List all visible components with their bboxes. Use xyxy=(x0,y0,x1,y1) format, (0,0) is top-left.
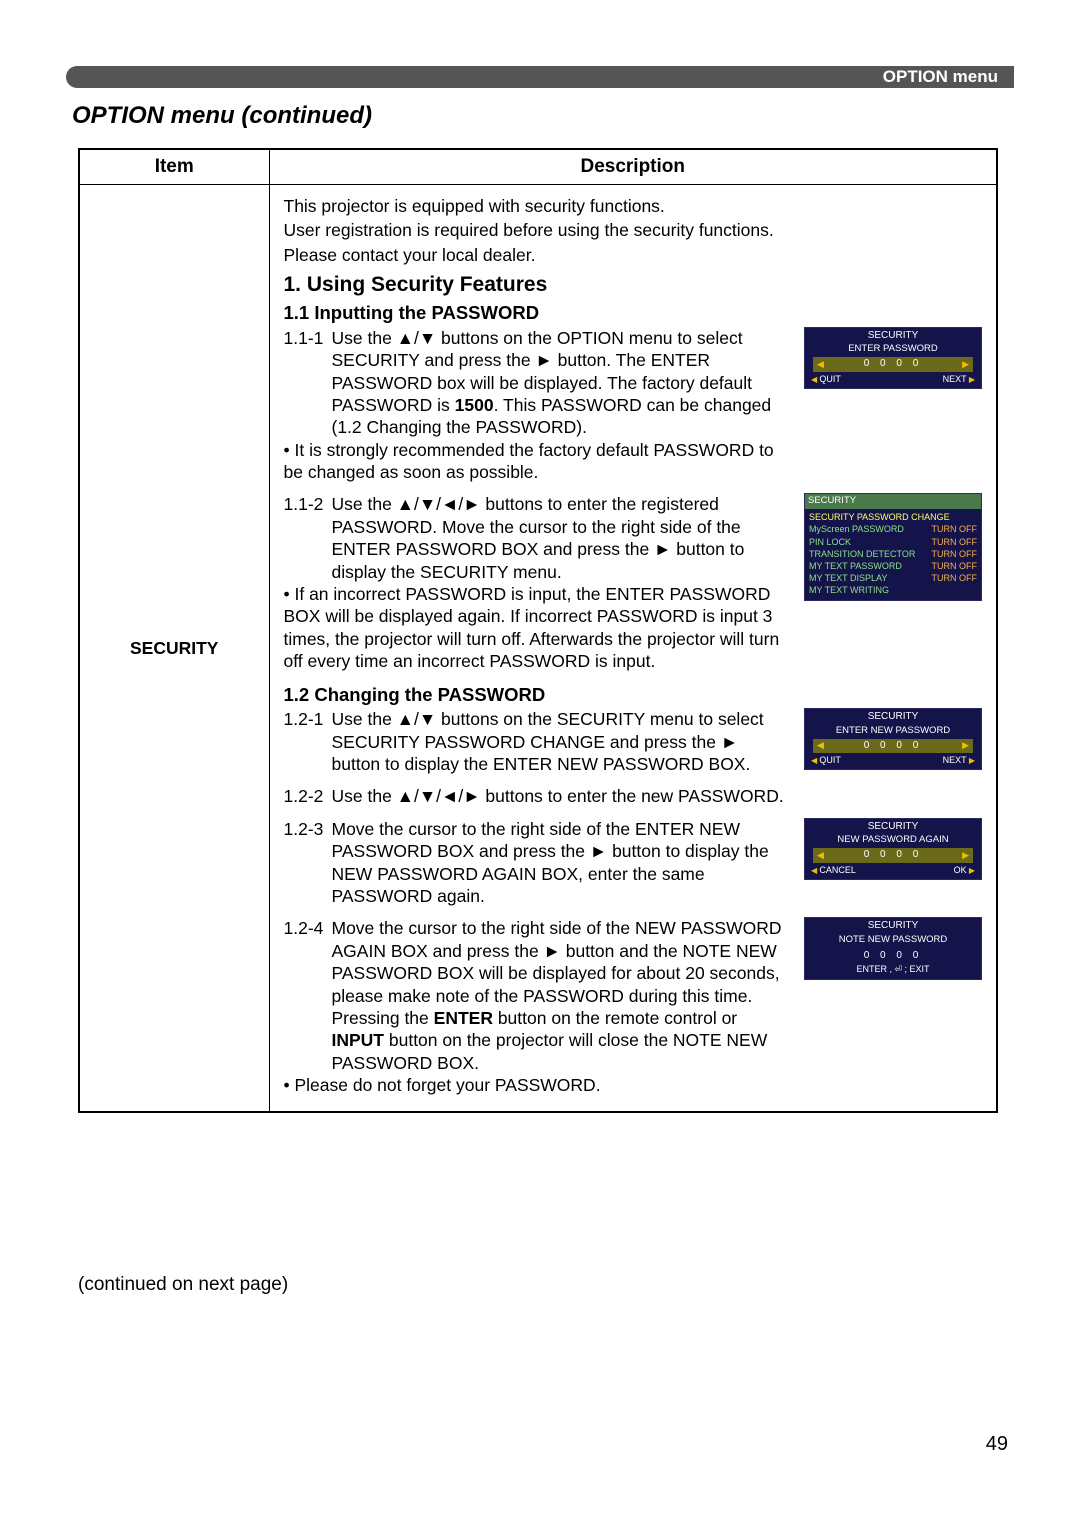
heading-using-security-features: 1. Using Security Features xyxy=(284,272,983,299)
option-security-table: Item Description SECURITY This projector… xyxy=(78,148,998,1113)
note-wrong-password: • If an incorrect PASSWORD is input, the… xyxy=(284,583,791,673)
step-num-1-2-4: 1.2-4 xyxy=(284,917,332,1074)
intro-line-1: This projector is equipped with security… xyxy=(284,195,983,217)
step-body-1-2-4: Move the cursor to the right side of the… xyxy=(332,917,791,1074)
step-body-1-2-3: Move the cursor to the right side of the… xyxy=(332,818,791,908)
heading-inputting-password: 1.1 Inputting the PASSWORD xyxy=(284,301,983,325)
step-body-1-2-2: Use the ▲/▼/◄/► buttons to enter the new… xyxy=(332,785,983,807)
col-description: Description xyxy=(269,149,997,185)
step-num-1-2-2: 1.2-2 xyxy=(284,785,332,807)
note-dont-forget: • Please do not forget your PASSWORD. xyxy=(284,1074,791,1096)
osd-enter-password: SECURITY ENTER PASSWORD ◀0 0 0 0▶ QUITNE… xyxy=(804,327,982,389)
page-number: 49 xyxy=(986,1433,1008,1456)
osd-security-menu: SECURITY SECURITY PASSWORD CHANGE MyScre… xyxy=(804,493,982,601)
header-menu-label: OPTION menu xyxy=(883,67,998,87)
item-security: SECURITY xyxy=(79,185,269,1112)
col-item: Item xyxy=(79,149,269,185)
osd-note-new-password: SECURITY NOTE NEW PASSWORD 0 0 0 0 ENTER… xyxy=(804,917,982,979)
step-num-1-2-1: 1.2-1 xyxy=(284,708,332,775)
intro-line-2: User registration is required before usi… xyxy=(284,219,983,241)
step-num-1-1-1: 1.1-1 xyxy=(284,327,332,439)
description-cell: This projector is equipped with security… xyxy=(269,185,997,1112)
step-num-1-2-3: 1.2-3 xyxy=(284,818,332,908)
step-body-1-1-1: Use the ▲/▼ buttons on the OPTION menu t… xyxy=(332,327,791,439)
continued-label: (continued on next page) xyxy=(78,1274,288,1296)
header-bar: OPTION menu xyxy=(66,66,1014,88)
note-change-default: • It is strongly recommended the factory… xyxy=(284,439,791,484)
section-title: OPTION menu (continued) xyxy=(72,102,372,130)
step-body-1-1-2: Use the ▲/▼/◄/► buttons to enter the reg… xyxy=(332,493,791,583)
step-num-1-1-2: 1.1-2 xyxy=(284,493,332,583)
intro-line-3: Please contact your local dealer. xyxy=(284,244,983,266)
heading-changing-password: 1.2 Changing the PASSWORD xyxy=(284,683,983,707)
osd-enter-new-password: SECURITY ENTER NEW PASSWORD ◀0 0 0 0▶ QU… xyxy=(804,708,982,770)
osd-new-password-again: SECURITY NEW PASSWORD AGAIN ◀0 0 0 0▶ CA… xyxy=(804,818,982,880)
step-body-1-2-1: Use the ▲/▼ buttons on the SECURITY menu… xyxy=(332,708,791,775)
